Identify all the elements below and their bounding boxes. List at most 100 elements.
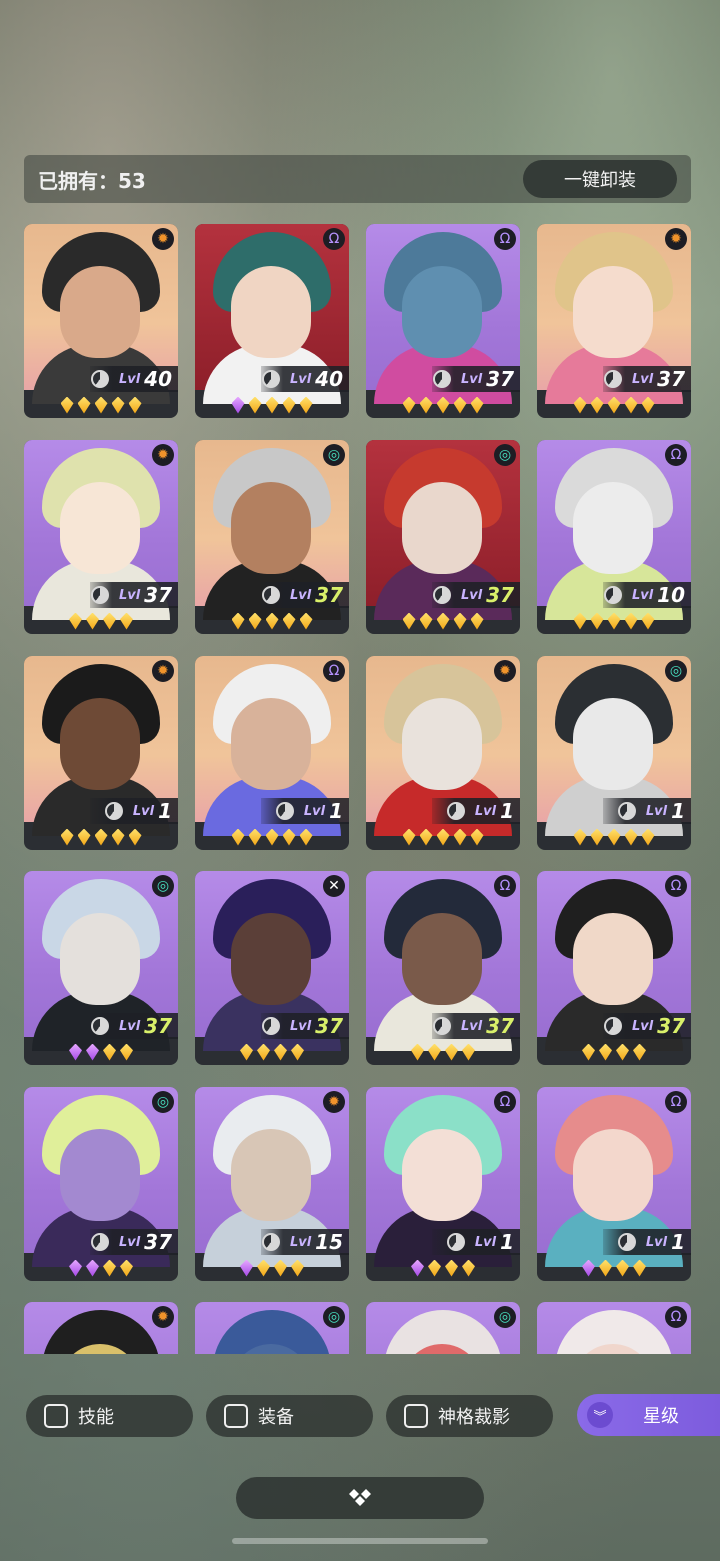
portrait-face — [231, 913, 311, 1005]
level-number: 37 — [144, 583, 172, 607]
faction-icon: Ω — [323, 660, 345, 682]
star-rating — [24, 1039, 178, 1065]
faction-icon: ✹ — [152, 660, 174, 682]
hero-card[interactable]: Ω Lvl 40 — [195, 224, 349, 418]
level-tag: Lvl — [631, 587, 654, 603]
level-bar: Lvl 37 — [432, 1013, 520, 1039]
faction-icon: Ω — [665, 1091, 687, 1113]
hero-card[interactable]: ✕ Lvl 37 — [195, 871, 349, 1065]
faction-icon: ◎ — [494, 1306, 516, 1328]
level-tag: Lvl — [118, 1234, 141, 1250]
star-rating — [366, 824, 520, 850]
star-gem-icon — [274, 1259, 287, 1277]
hero-card[interactable]: ✹ — [24, 1302, 178, 1354]
level-bar: Lvl 1 — [603, 1229, 691, 1255]
star-rating — [195, 392, 349, 418]
filter-equipment[interactable]: 装备 — [206, 1395, 373, 1437]
hero-card[interactable]: ◎ — [195, 1302, 349, 1354]
faction-icon: Ω — [665, 875, 687, 897]
filter-skill-label: 技能 — [78, 1407, 114, 1428]
star-gem-icon — [86, 612, 99, 630]
filter-divine-shadow[interactable]: 神格裁影 — [386, 1395, 553, 1437]
hero-card[interactable]: ◎ Lvl 37 — [24, 871, 178, 1065]
hero-card[interactable]: Ω Lvl 1 — [366, 1087, 520, 1281]
progress-pie-icon — [603, 1017, 622, 1035]
unequip-all-button[interactable]: 一键卸装 — [523, 160, 677, 198]
star-gem-icon — [633, 1259, 646, 1277]
star-gem-icon — [103, 1259, 116, 1277]
hero-card[interactable]: ✹ Lvl 15 — [195, 1087, 349, 1281]
star-gem-icon — [470, 396, 484, 414]
level-bar: Lvl 15 — [261, 1229, 349, 1255]
star-gem-icon — [111, 396, 125, 414]
faction-icon: Ω — [665, 1306, 687, 1328]
star-gem-icon — [453, 828, 467, 846]
faction-icon: ◎ — [494, 444, 516, 466]
star-rating — [195, 608, 349, 634]
expand-button[interactable] — [236, 1477, 484, 1519]
faction-icon: Ω — [494, 875, 516, 897]
hero-card[interactable]: Ω — [537, 1302, 691, 1354]
star-gem-icon — [274, 1043, 287, 1061]
star-gem-icon — [428, 1043, 441, 1061]
hero-card[interactable]: ◎ Lvl 37 — [24, 1087, 178, 1281]
star-gem-icon — [86, 1043, 99, 1061]
hero-card[interactable]: Ω Lvl 37 — [366, 871, 520, 1065]
star-gem-icon — [111, 828, 125, 846]
faction-icon: Ω — [494, 1091, 516, 1113]
star-gem-icon — [94, 396, 108, 414]
hero-card[interactable]: ✹ Lvl 1 — [24, 656, 178, 850]
star-gem-icon — [445, 1259, 458, 1277]
star-rating — [537, 608, 691, 634]
checkbox-icon[interactable] — [404, 1404, 428, 1428]
hero-card[interactable]: Ω Lvl 1 — [195, 656, 349, 850]
hero-card[interactable]: ✹ Lvl 1 — [366, 656, 520, 850]
hero-card[interactable]: ◎ Lvl 1 — [537, 656, 691, 850]
hero-grid: ✹ Lvl 40 Ω Lvl 40 Ω Lvl 37 ✹ Lvl 37 ✹ Lvl 37 ◎ Lvl 37 ◎ Lvl… — [24, 224, 691, 1354]
star-gem-icon — [248, 828, 262, 846]
hero-card[interactable]: Ω Lvl 37 — [366, 224, 520, 418]
hero-card[interactable]: ◎ Lvl 37 — [366, 440, 520, 634]
checkbox-icon[interactable] — [44, 1404, 68, 1428]
hero-card[interactable]: ✹ Lvl 37 — [537, 224, 691, 418]
faction-icon: ◎ — [323, 444, 345, 466]
progress-pie-icon — [432, 586, 451, 604]
filter-skill[interactable]: 技能 — [26, 1395, 193, 1437]
faction-icon: ✹ — [152, 228, 174, 250]
hero-card[interactable]: ◎ — [366, 1302, 520, 1354]
hero-card[interactable]: Ω Lvl 1 — [537, 1087, 691, 1281]
star-gem-icon — [103, 1043, 116, 1061]
portrait-face — [231, 266, 311, 358]
hero-card[interactable]: ◎ Lvl 37 — [195, 440, 349, 634]
star-gem-icon — [607, 612, 621, 630]
star-gem-icon — [453, 396, 467, 414]
checkbox-icon[interactable] — [224, 1404, 248, 1428]
level-number: 1 — [500, 1230, 514, 1254]
star-gem-icon — [436, 396, 450, 414]
hero-card[interactable]: Ω Lvl 10 — [537, 440, 691, 634]
star-gem-icon — [103, 612, 116, 630]
progress-pie-icon — [275, 802, 294, 820]
progress-pie-icon — [432, 370, 451, 388]
level-number: 37 — [486, 583, 514, 607]
owned-count: 已拥有：53 — [38, 168, 146, 193]
sort-star-button[interactable]: ︾ 星级 — [577, 1394, 720, 1436]
faction-icon: ◎ — [152, 1091, 174, 1113]
star-gem-icon — [94, 828, 108, 846]
star-gem-icon — [231, 828, 245, 846]
star-gem-icon — [69, 1043, 82, 1061]
level-number: 37 — [315, 1014, 343, 1038]
faction-icon: Ω — [323, 228, 345, 250]
star-gem-icon — [419, 828, 433, 846]
hero-card[interactable]: Ω Lvl 37 — [537, 871, 691, 1065]
star-gem-icon — [573, 396, 587, 414]
hero-card[interactable]: ✹ Lvl 40 — [24, 224, 178, 418]
level-tag: Lvl — [118, 371, 141, 387]
star-gem-icon — [573, 828, 587, 846]
level-tag: Lvl — [289, 371, 312, 387]
level-number: 37 — [315, 583, 343, 607]
faction-icon: ◎ — [665, 660, 687, 682]
star-gem-icon — [291, 1259, 304, 1277]
hero-card[interactable]: ✹ Lvl 37 — [24, 440, 178, 634]
portrait-face — [60, 1129, 140, 1221]
